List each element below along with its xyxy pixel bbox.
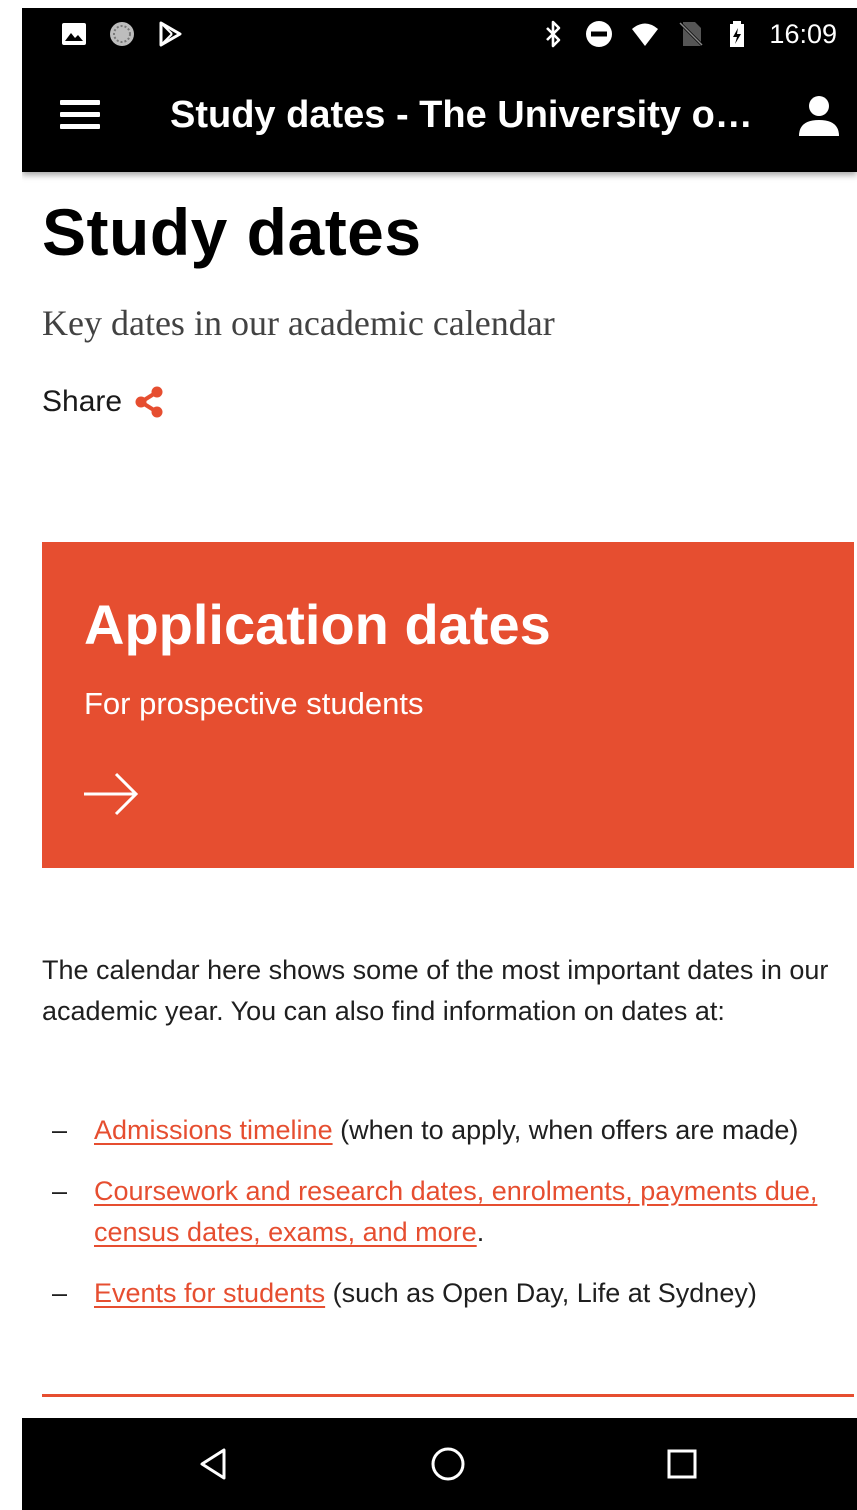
admissions-timeline-link[interactable]: Admissions timeline xyxy=(94,1115,333,1145)
play-store-icon xyxy=(159,21,182,47)
card-subtitle: For prospective students xyxy=(84,686,424,721)
page-subtitle: Key dates in our academic calendar xyxy=(42,303,555,343)
list-item-text: . xyxy=(476,1217,485,1247)
bluetooth-icon xyxy=(546,20,561,48)
status-time: 16:09 xyxy=(769,19,837,49)
no-sim-icon xyxy=(679,21,704,47)
arrow-right-icon xyxy=(84,772,139,816)
status-bar: 16:09 xyxy=(22,8,857,60)
intro-paragraph: The calendar here shows some of the most… xyxy=(42,955,829,1026)
list-dash: – xyxy=(52,1278,68,1308)
share-icon xyxy=(135,386,163,418)
status-bar-right: 16:09 xyxy=(539,16,837,52)
wifi-icon xyxy=(632,23,659,46)
section-divider xyxy=(42,1394,854,1397)
do-not-disturb-icon xyxy=(586,21,613,47)
app-bar: Study dates - The University o… xyxy=(22,60,857,172)
dates-links-list: – Admissions timeline (when to apply, whe… xyxy=(42,1110,842,1334)
page-content: Study dates Key dates in our academic ca… xyxy=(22,172,857,1418)
list-item-text: (such as Open Day, Life at Sydney) xyxy=(325,1278,757,1308)
coursework-research-dates-link[interactable]: Coursework and research dates, enrolment… xyxy=(94,1176,817,1247)
list-item: – Events for students (such as Open Day, … xyxy=(42,1273,842,1314)
radio-icon xyxy=(110,22,134,46)
recents-square-icon[interactable] xyxy=(662,1444,702,1484)
app-bar-title: Study dates - The University o… xyxy=(170,94,753,136)
list-dash: – xyxy=(52,1115,68,1145)
image-icon xyxy=(62,23,86,45)
list-item: – Admissions timeline (when to apply, whe… xyxy=(42,1110,842,1151)
battery-icon xyxy=(730,21,745,47)
card-title: Application dates xyxy=(84,593,551,656)
list-dash: – xyxy=(52,1176,68,1206)
list-item: – Coursework and research dates, enrolmen… xyxy=(42,1171,842,1253)
page-title: Study dates xyxy=(42,195,422,269)
application-dates-card[interactable]: Application dates For prospective studen… xyxy=(42,542,854,868)
status-bar-left xyxy=(60,20,184,48)
account-icon[interactable] xyxy=(795,92,843,140)
hamburger-menu-icon[interactable] xyxy=(50,90,106,142)
share-button[interactable]: Share xyxy=(42,382,166,422)
home-circle-icon[interactable] xyxy=(428,1444,468,1484)
navigation-bar xyxy=(22,1418,857,1510)
screen: 16:09 Study dates - The University o… St… xyxy=(22,8,857,1510)
list-item-text: (when to apply, when offers are made) xyxy=(332,1115,799,1145)
share-label: Share xyxy=(42,385,123,418)
back-triangle-icon[interactable] xyxy=(194,1444,234,1484)
events-for-students-link[interactable]: Events for students xyxy=(94,1278,325,1308)
